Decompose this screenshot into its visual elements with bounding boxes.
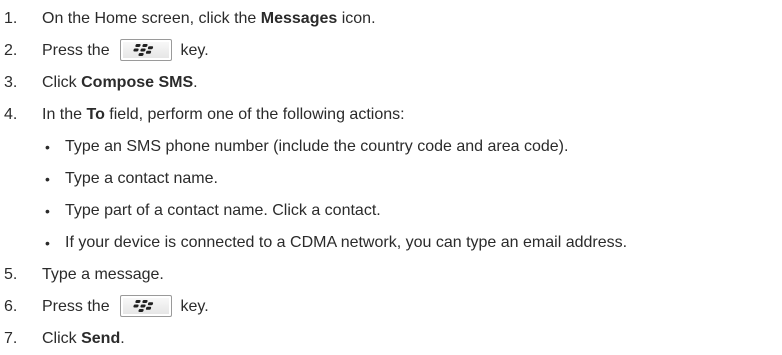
step-text: In the To field, perform one of the foll… (20, 99, 405, 131)
step-4: 4. In the To field, perform one of the f… (0, 99, 782, 131)
step-text-pre: Click (42, 330, 82, 347)
step-text-post: key. (176, 42, 209, 59)
step-1: 1. On the Home screen, click the Message… (0, 3, 782, 35)
step-3: 3. Click Compose SMS. (0, 67, 782, 99)
sub-item: • Type a contact name. (0, 163, 782, 195)
step-number: 5. (4, 266, 18, 283)
step-text: Press the key. (20, 291, 209, 323)
bullet: • (45, 139, 50, 155)
step-text-pre: Click (42, 74, 82, 91)
bullet: • (45, 171, 50, 187)
step-number: 2. (4, 42, 18, 59)
step-number: 6. (4, 298, 18, 315)
step-text-pre: In the (42, 106, 87, 123)
step-text-post: . (193, 74, 198, 91)
step-text-pre: Press the (42, 42, 115, 59)
step-text-post: . (120, 330, 125, 347)
sub-item-text: Type part of a contact name. Click a con… (65, 202, 381, 219)
step-text-pre: Press the (42, 298, 115, 315)
step-text: On the Home screen, click the Messages i… (20, 3, 376, 35)
step-text: Click Compose SMS. (20, 67, 198, 99)
step-6: 6. Press the key. (0, 291, 782, 323)
sub-item: • Type part of a contact name. Click a c… (0, 195, 782, 227)
step-text: Click Send. (20, 323, 125, 355)
step-text: Type a message. (42, 266, 164, 283)
step-number: 3. (4, 74, 18, 91)
step-text: Press the key. (20, 35, 209, 67)
bullet: • (45, 203, 50, 219)
send-label: Send (81, 330, 121, 347)
bullet: • (45, 235, 50, 251)
step-number: 4. (4, 106, 18, 123)
sub-item-text: Type a contact name. (65, 170, 218, 187)
step-text-post: key. (176, 298, 209, 315)
step-text-pre: On the Home screen, click the (42, 10, 261, 27)
blackberry-menu-key-icon (120, 38, 173, 61)
step-number: 7. (4, 330, 18, 347)
blackberry-menu-key-icon (120, 294, 173, 317)
step-5: 5. Type a message. (0, 259, 782, 291)
sub-item-text: Type an SMS phone number (include the co… (65, 138, 569, 155)
sub-item: • Type an SMS phone number (include the … (0, 131, 782, 163)
sub-item-text: If your device is connected to a CDMA ne… (65, 234, 628, 251)
step-text-post: field, perform one of the following acti… (104, 106, 405, 123)
sub-item: • If your device is connected to a CDMA … (0, 227, 782, 259)
messages-label: Messages (260, 10, 338, 27)
step-2: 2. Press the key. (0, 35, 782, 67)
compose-sms-label: Compose SMS (81, 74, 194, 91)
step-text-post: icon. (337, 10, 376, 27)
to-field-label: To (86, 106, 105, 123)
step-7: 7. Click Send. (0, 323, 782, 355)
instructions-document: 1. On the Home screen, click the Message… (0, 0, 782, 351)
step-number: 1. (4, 10, 18, 27)
